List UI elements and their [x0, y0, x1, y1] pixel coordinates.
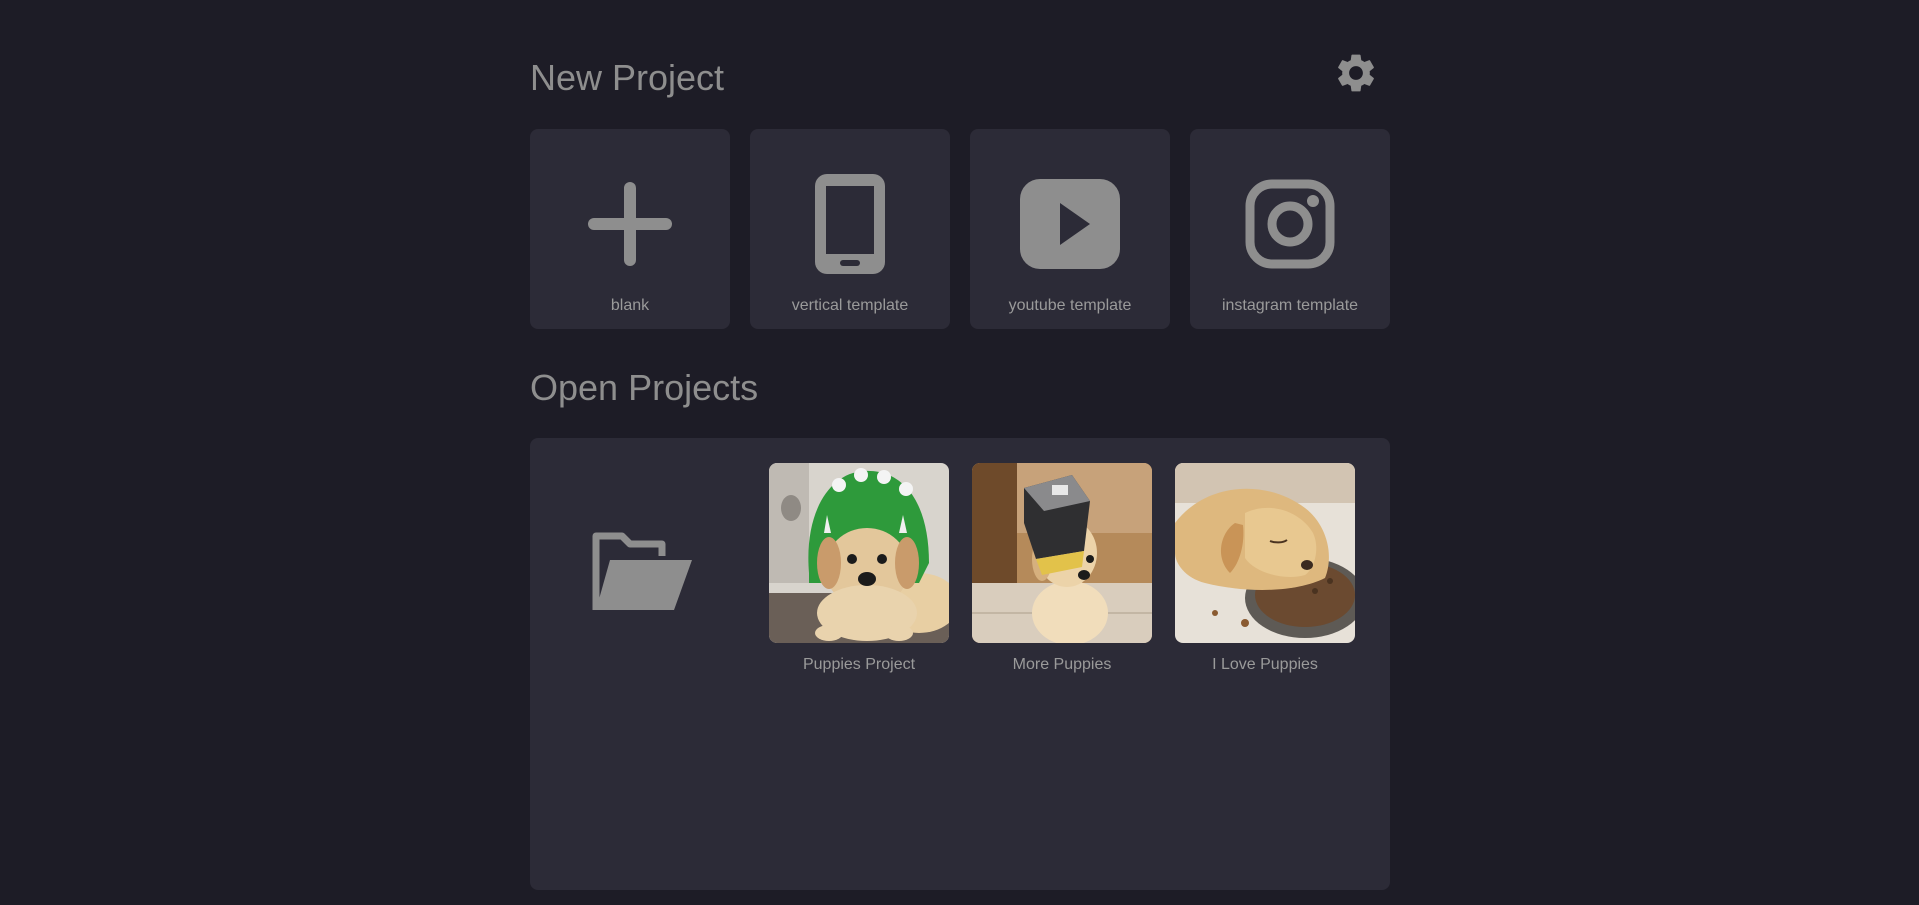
template-label: instagram template: [1221, 297, 1359, 314]
start-screen: New Project blank vertical template yout…: [530, 0, 1390, 905]
youtube-icon: [1020, 179, 1120, 269]
template-grid: blank vertical template youtube template: [530, 129, 1390, 329]
instagram-template-button[interactable]: instagram template: [1190, 129, 1390, 329]
project-thumbnail: [769, 463, 949, 643]
youtube-template-button[interactable]: youtube template: [970, 129, 1170, 329]
project-label: I Love Puppies: [1212, 656, 1318, 673]
vertical-template-button[interactable]: vertical template: [750, 129, 950, 329]
folder-open-icon[interactable]: [590, 528, 700, 618]
project-card-i-love-puppies[interactable]: I Love Puppies: [1175, 463, 1355, 674]
project-card-more-puppies[interactable]: More Puppies: [972, 463, 1152, 674]
project-card-puppies-project[interactable]: Puppies Project: [769, 463, 949, 674]
template-label: youtube template: [1008, 297, 1132, 314]
project-thumbnail: [972, 463, 1152, 643]
gear-icon[interactable]: [1333, 50, 1379, 96]
project-label: Puppies Project: [802, 656, 916, 673]
instagram-icon: [1245, 179, 1335, 269]
open-projects-panel: Puppies Project More Puppies I Love Pupp…: [530, 438, 1390, 890]
open-projects-heading: Open Projects: [530, 367, 759, 408]
project-thumbnail: [1175, 463, 1355, 643]
blank-template-button[interactable]: blank: [530, 129, 730, 329]
template-label: vertical template: [791, 297, 909, 314]
phone-icon: [815, 174, 885, 274]
new-project-heading: New Project: [530, 57, 725, 98]
plus-icon: [588, 182, 672, 266]
template-label: blank: [610, 297, 650, 314]
project-label: More Puppies: [1012, 656, 1112, 673]
